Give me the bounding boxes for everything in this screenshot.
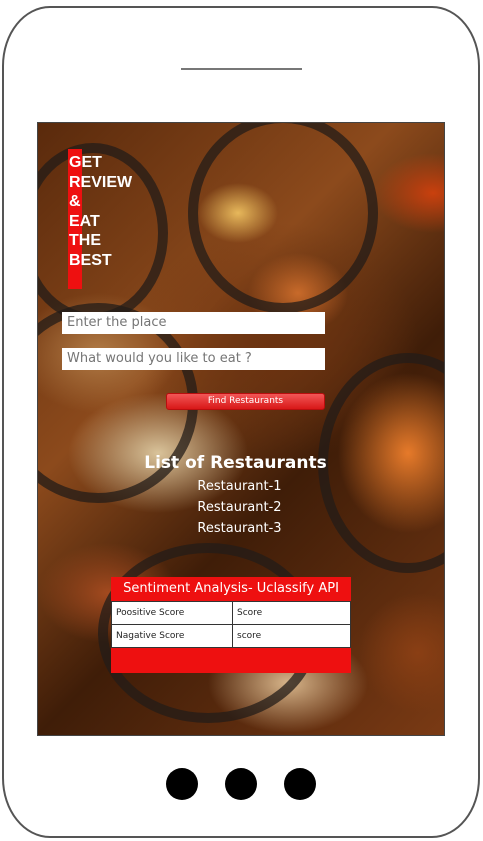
sentiment-footer-bar — [111, 648, 351, 673]
negative-score-value: score — [232, 624, 351, 648]
restaurant-item[interactable]: Restaurant-3 — [38, 521, 441, 536]
food-plate-image — [188, 123, 378, 313]
phone-speaker — [181, 68, 302, 70]
find-restaurants-button[interactable]: Find Restaurants — [166, 393, 325, 410]
brand-tagline: GET REVIEW & EAT THE BEST — [69, 153, 159, 271]
table-row: Poositive Score Score — [111, 601, 351, 625]
positive-score-value: Score — [232, 601, 351, 625]
phone-button-left[interactable] — [166, 768, 198, 800]
app-screen: GET REVIEW & EAT THE BEST Find Restauran… — [37, 122, 445, 736]
negative-score-label: Nagative Score — [111, 624, 233, 648]
sentiment-table: Poositive Score Score Nagative Score sco… — [111, 601, 351, 648]
phone-button-center[interactable] — [225, 768, 257, 800]
restaurant-item[interactable]: Restaurant-1 — [38, 479, 441, 494]
sentiment-title: Sentiment Analysis- Uclassify API — [111, 577, 351, 601]
brand-line: REVIEW — [69, 173, 133, 191]
food-input[interactable] — [62, 348, 325, 370]
brand-line: BEST — [69, 251, 112, 269]
brand-line: EAT — [69, 212, 100, 230]
restaurant-list-title: List of Restaurants — [144, 453, 327, 473]
phone-button-right[interactable] — [284, 768, 316, 800]
restaurant-item[interactable]: Restaurant-2 — [38, 500, 441, 515]
positive-score-label: Poositive Score — [111, 601, 233, 625]
place-input[interactable] — [62, 312, 325, 334]
brand-line: & — [69, 193, 81, 211]
brand-line: THE — [69, 232, 101, 250]
table-row: Nagative Score score — [111, 624, 351, 648]
sentiment-panel: Sentiment Analysis- Uclassify API Poosit… — [111, 577, 351, 673]
brand-line: GET — [69, 154, 102, 171]
